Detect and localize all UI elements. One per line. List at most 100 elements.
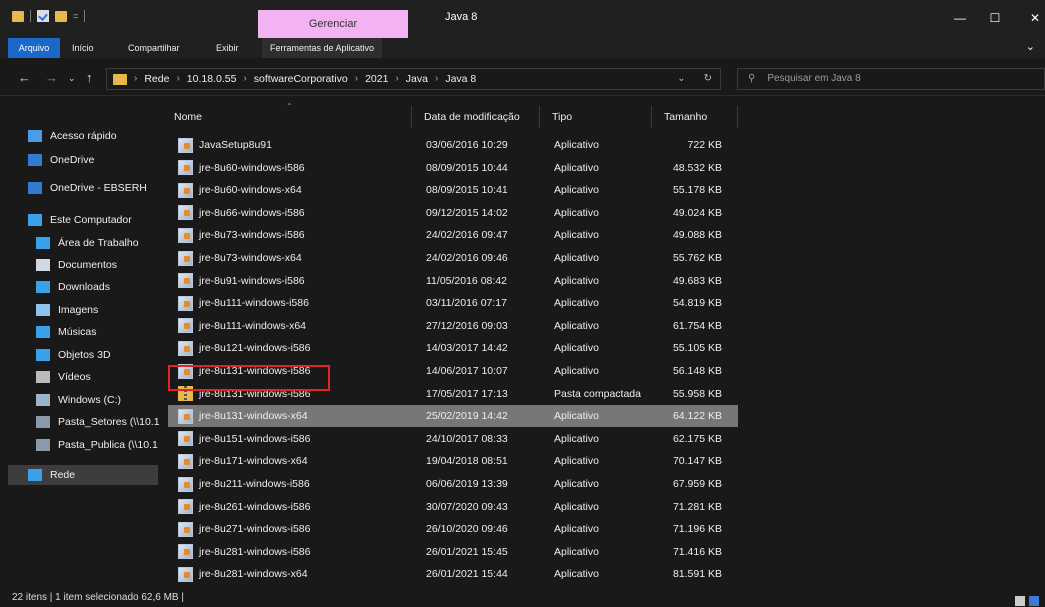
- video-icon: [36, 371, 50, 383]
- file-row[interactable]: jre-8u131-windows-x64 25/02/2019 14:42 Apl…: [168, 405, 738, 428]
- sidebar-item-label: Windows (C:): [58, 394, 122, 406]
- tab-home[interactable]: Início: [72, 38, 94, 58]
- file-name-cell: jre-8u281-windows-i586: [178, 541, 310, 563]
- properties-icon[interactable]: [37, 10, 49, 22]
- column-header: ⌃ Nome Data de modificação Tipo Tamanho: [162, 102, 1045, 128]
- breadcrumb-java[interactable]: Java: [406, 69, 428, 89]
- file-type: Aplicativo: [554, 455, 599, 468]
- file-type: Aplicativo: [554, 500, 599, 513]
- sidebar-item[interactable]: Downloads: [36, 277, 160, 297]
- file-name: jre-8u211-windows-i586: [199, 478, 310, 490]
- sidebar-item-label: Área de Trabalho: [58, 237, 139, 249]
- context-tab-manage[interactable]: Gerenciar: [258, 10, 408, 40]
- file-size: 55.958 KB: [672, 387, 722, 400]
- new-folder-icon[interactable]: [55, 10, 67, 22]
- tab-application-tools[interactable]: Ferramentas de Aplicativo: [262, 38, 383, 58]
- drive-icon: [36, 394, 50, 406]
- file-name: jre-8u60-windows-i586: [199, 161, 305, 174]
- cube-icon: [36, 349, 50, 361]
- file-row[interactable]: jre-8u131-windows-i586 14/06/2017 10:07 Ap…: [168, 360, 738, 382]
- file-name: jre-8u171-windows-x64: [199, 455, 308, 468]
- folder-icon: [12, 10, 24, 22]
- file-date: 19/04/2018 08:51: [426, 455, 508, 468]
- expand-ribbon-icon[interactable]: ⌄: [1026, 40, 1035, 53]
- file-row[interactable]: jre-8u60-windows-i586 08/09/2015 10:44 Apl…: [168, 157, 738, 179]
- file-name-cell: jre-8u60-windows-i586: [178, 157, 305, 179]
- file-row[interactable]: jre-8u151-windows-i586 24/10/2017 08:33 Ap…: [168, 428, 738, 450]
- file-name: jre-8u121-windows-i586: [199, 342, 311, 355]
- address-dropdown-icon[interactable]: ⌄: [677, 69, 685, 89]
- file-row[interactable]: jre-8u281-windows-i586 26/01/2021 15:45 Ap…: [168, 541, 738, 563]
- sidebar-item[interactable]: Windows (C:): [36, 390, 160, 410]
- application-icon: [178, 273, 193, 289]
- column-size[interactable]: Tamanho: [652, 106, 738, 128]
- file-row[interactable]: jre-8u91-windows-i586 11/05/2016 08:42 Apl…: [168, 270, 738, 292]
- column-name[interactable]: Nome: [162, 106, 412, 128]
- maximize-button[interactable]: ☐: [975, 6, 1015, 30]
- breadcrumb-java8[interactable]: Java 8: [445, 69, 476, 89]
- file-row[interactable]: jre-8u261-windows-i586 30/07/2020 09:43 Ap…: [168, 496, 738, 518]
- file-name-cell: jre-8u60-windows-x64: [178, 179, 302, 201]
- sidebar-item-label: Pasta_Setores (\\10.1: [58, 416, 160, 428]
- sidebar-item[interactable]: Rede: [8, 465, 158, 485]
- sidebar-item[interactable]: Músicas: [36, 322, 160, 342]
- file-row[interactable]: jre-8u111-windows-x64 27/12/2016 09:03 Apl…: [168, 315, 738, 337]
- file-row[interactable]: jre-8u111-windows-i586 03/11/2016 07:17 Ap…: [168, 292, 738, 314]
- file-name: jre-8u281-windows-x64: [199, 568, 308, 581]
- window-title: Java 8: [445, 11, 478, 23]
- file-date: 09/12/2015 14:02: [426, 206, 508, 219]
- sidebar-item[interactable]: Vídeos: [36, 367, 160, 387]
- sidebar-item[interactable]: Pasta_Publica (\\10.1: [36, 435, 160, 455]
- sidebar-item[interactable]: Pasta_Setores (\\10.1: [36, 412, 160, 432]
- sidebar-item[interactable]: Documentos: [36, 255, 160, 275]
- refresh-icon[interactable]: ↻: [704, 69, 712, 89]
- file-row[interactable]: jre-8u211-windows-i586 06/06/2019 13:39 Ap…: [168, 473, 738, 495]
- sidebar-item[interactable]: Este Computador: [28, 210, 160, 230]
- file-row[interactable]: JavaSetup8u91 03/06/2016 10:29 Aplicativo 7…: [168, 134, 738, 156]
- documents-icon: [36, 259, 50, 271]
- sidebar-item[interactable]: Acesso rápido: [28, 126, 160, 146]
- file-row[interactable]: jre-8u73-windows-x64 24/02/2016 09:46 Apli…: [168, 247, 738, 269]
- recent-locations-icon[interactable]: ⌄: [68, 73, 76, 84]
- file-size: 56.148 KB: [672, 365, 722, 377]
- sidebar-item[interactable]: OneDrive: [28, 150, 160, 170]
- customize-toolbar-icon[interactable]: =: [73, 11, 78, 21]
- minimize-button[interactable]: —: [940, 6, 980, 30]
- title-bar: = Gerenciar Java 8 — ☐ ✕: [0, 0, 1045, 40]
- file-row[interactable]: jre-8u281-windows-x64 26/01/2021 15:44 Apl…: [168, 563, 738, 585]
- search-input[interactable]: ⚲ Pesquisar em Java 8: [737, 68, 1045, 90]
- close-button[interactable]: ✕: [1015, 6, 1045, 30]
- file-row[interactable]: jre-8u271-windows-i586 26/10/2020 09:46 Ap…: [168, 518, 738, 540]
- file-row[interactable]: jre-8u73-windows-i586 24/02/2016 09:47 Apl…: [168, 224, 738, 246]
- back-icon[interactable]: ←: [18, 70, 31, 85]
- file-date: 17/05/2017 17:13: [426, 387, 508, 400]
- search-placeholder: Pesquisar em Java 8: [767, 73, 861, 84]
- breadcrumb-software[interactable]: softwareCorporativo: [254, 69, 348, 89]
- tab-file[interactable]: Arquivo: [8, 38, 60, 58]
- sidebar-item[interactable]: Área de Trabalho: [36, 233, 160, 253]
- column-type[interactable]: Tipo: [540, 106, 652, 128]
- file-row[interactable]: jre-8u121-windows-i586 14/03/2017 14:42 Ap…: [168, 337, 738, 359]
- tab-view[interactable]: Exibir: [216, 38, 239, 58]
- file-name-cell: jre-8u73-windows-i586: [178, 224, 305, 246]
- file-row[interactable]: jre-8u171-windows-x64 19/04/2018 08:51 Apl…: [168, 450, 738, 472]
- forward-icon[interactable]: →: [45, 70, 58, 85]
- large-icons-view-icon[interactable]: [1029, 596, 1039, 606]
- up-icon[interactable]: ↑: [86, 70, 93, 85]
- sidebar-item[interactable]: Objetos 3D: [36, 345, 160, 365]
- file-name: jre-8u271-windows-i586: [199, 523, 311, 536]
- column-date-modified[interactable]: Data de modificação: [412, 106, 540, 128]
- details-view-icon[interactable]: [1015, 596, 1025, 606]
- file-row[interactable]: jre-8u60-windows-x64 08/09/2015 10:41 Apli…: [168, 179, 738, 201]
- file-type: Aplicativo: [554, 545, 599, 558]
- breadcrumb-year[interactable]: 2021: [365, 69, 388, 89]
- file-row[interactable]: jre-8u131-windows-i586 17/05/2017 17:13 Pa…: [168, 383, 738, 405]
- file-row[interactable]: jre-8u66-windows-i586 09/12/2015 14:02 Apl…: [168, 202, 738, 224]
- address-bar[interactable]: › Rede › 10.18.0.55 › softwareCorporativ…: [106, 68, 721, 90]
- sidebar-item[interactable]: Imagens: [36, 300, 160, 320]
- sidebar-item[interactable]: OneDrive - EBSERH: [28, 178, 160, 198]
- file-date: 08/09/2015 10:41: [426, 184, 508, 197]
- breadcrumb-rede[interactable]: Rede: [144, 69, 169, 89]
- breadcrumb-server[interactable]: 10.18.0.55: [187, 69, 237, 89]
- tab-share[interactable]: Compartilhar: [128, 38, 180, 58]
